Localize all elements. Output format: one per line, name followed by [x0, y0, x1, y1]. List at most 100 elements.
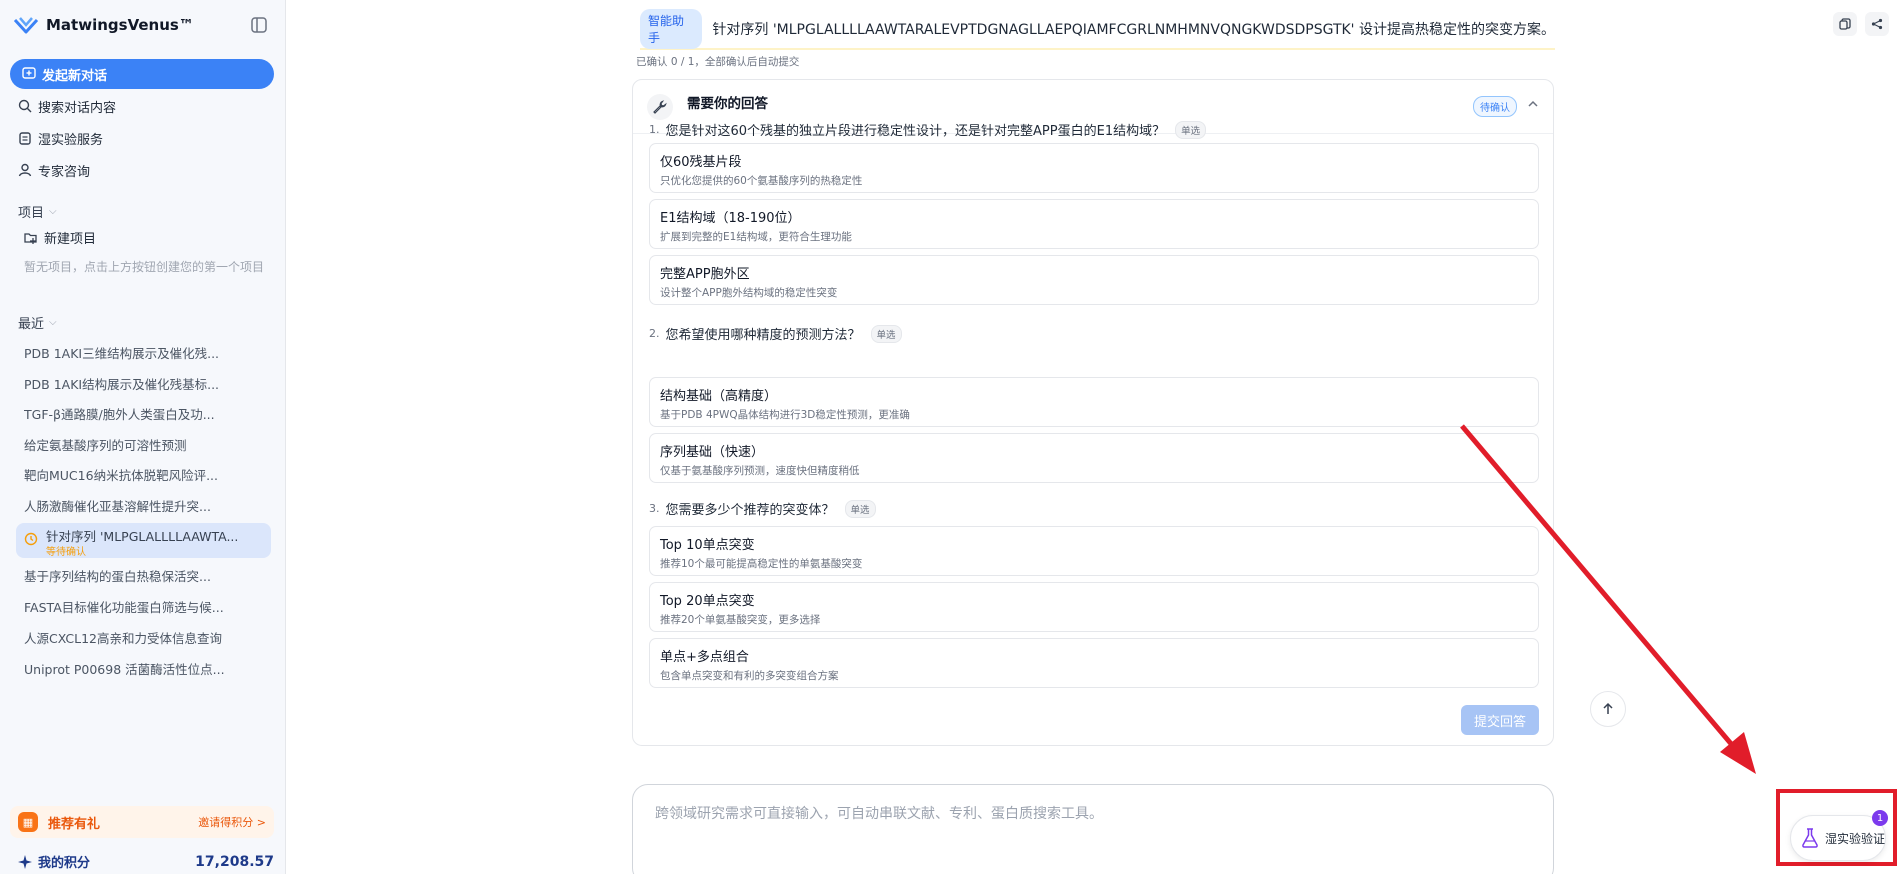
assistant-tag: 智能助手	[640, 9, 703, 49]
new-chat-label: 发起新对话	[42, 68, 108, 84]
points-value: 17,208.57	[195, 853, 274, 870]
question-2-row: 2. 您希望使用哪种精度的预测方法？ 单选	[649, 324, 902, 343]
recent-active-status: 等待确认	[46, 547, 86, 558]
wet-lab-verify-label: 湿实验验证	[1825, 831, 1886, 846]
option-card[interactable]: 结构基础（高精度） 基于PDB 4PWQ晶体结构进行3D稳定性预测，更准确	[649, 377, 1539, 427]
points-label: 我的积分	[38, 856, 91, 871]
app-name: MatwingsVenus™	[46, 16, 194, 34]
option-card[interactable]: 完整APP胞外区 设计整个APP胞外结构域的稳定性突变	[649, 255, 1539, 305]
option-description: 基于PDB 4PWQ晶体结构进行3D稳定性预测，更准确	[660, 409, 910, 421]
question-text: 您希望使用哪种精度的预测方法？	[665, 328, 861, 343]
chat-plus-icon	[22, 67, 36, 79]
recent-item[interactable]: 人肠激酶催化亚基溶解性提升突...	[24, 496, 272, 515]
nav-expert-label: 专家咨询	[38, 164, 91, 180]
projects-section-toggle[interactable]: 项目 ⌵	[18, 202, 57, 221]
search-icon	[18, 99, 32, 113]
message-composer	[632, 784, 1554, 874]
scroll-to-top-button[interactable]	[1590, 691, 1626, 727]
nav-wet-lab-service[interactable]: 湿实验服务	[18, 127, 103, 149]
option-title: 结构基础（高精度）	[660, 389, 778, 404]
question-number: 1.	[649, 123, 660, 136]
option-description: 仅基于氨基酸序列预测，速度快但精度稍低	[660, 465, 860, 477]
logo-icon	[14, 17, 38, 34]
recent-item[interactable]: 人源CXCL12高亲和力受体信息查询	[24, 628, 272, 647]
option-title: 单点+多点组合	[660, 650, 749, 665]
option-card[interactable]: E1结构域（18-190位） 扩展到完整的E1结构域，更符合生理功能	[649, 199, 1539, 249]
new-project-button[interactable]: 新建项目	[24, 228, 96, 247]
my-points[interactable]: 我的积分 17,208.57	[18, 852, 274, 871]
option-title: 完整APP胞外区	[660, 267, 750, 282]
nav-search-label: 搜索对话内容	[38, 100, 117, 116]
arrow-up-icon	[1603, 702, 1613, 714]
option-title: 仅60残基片段	[660, 155, 742, 170]
option-card[interactable]: Top 10单点突变 推荐10个最可能提高稳定性的单氨基酸突变	[649, 526, 1539, 576]
user-query-bar: 智能助手 针对序列 'MLPGLALLLLAAWTARALEVPTDGNAGLL…	[640, 9, 1555, 50]
option-title: Top 20单点突变	[660, 594, 755, 609]
recent-item[interactable]: PDB 1AKI三维结构展示及催化残...	[24, 343, 272, 362]
projects-title: 项目	[18, 206, 45, 221]
option-card[interactable]: 仅60残基片段 只优化您提供的60个氨基酸序列的热稳定性	[649, 143, 1539, 193]
question-text: 您是针对这60个残基的独立片段进行稳定性设计，还是针对完整APP蛋白的E1结构域…	[665, 124, 1166, 139]
recent-item-active[interactable]: 针对序列 'MLPGLALLLLAAWTA... 等待确认	[16, 523, 271, 558]
recent-item[interactable]: TGF-β通路膜/胞外人类蛋白及功...	[24, 404, 272, 423]
recent-item[interactable]: FASTA目标催化功能蛋白筛选与候...	[24, 597, 272, 616]
option-description: 扩展到完整的E1结构域，更符合生理功能	[660, 231, 852, 243]
question-card: 需要你的回答 待确认 1. 您是针对这60个残基的独立片段进行稳定性设计，还是针…	[632, 79, 1554, 746]
pending-badge: 待确认	[1473, 96, 1517, 117]
flask-icon	[1802, 828, 1818, 848]
chevron-down-icon: ⌵	[49, 317, 57, 328]
question-card-title: 需要你的回答	[687, 96, 768, 112]
option-description: 设计整个APP胞外结构域的稳定性突变	[660, 287, 838, 299]
question-3-row: 3. 您需要多少个推荐的突变体？ 单选	[649, 499, 876, 518]
option-card[interactable]: 单点+多点组合 包含单点突变和有利的多突变组合方案	[649, 638, 1539, 688]
option-title: Top 10单点突变	[660, 538, 755, 553]
option-description: 推荐20个单氨基酸突变，更多选择	[660, 614, 821, 626]
recent-item[interactable]: 基于序列结构的蛋白热稳保活突...	[24, 566, 272, 585]
nav-wet-lab-label: 湿实验服务	[38, 132, 104, 148]
option-card[interactable]: Top 20单点突变 推荐20个单氨基酸突变，更多选择	[649, 582, 1539, 632]
sidebar: MatwingsVenus™ 发起新对话 搜索对话内容 湿实验服务 专家咨询 项…	[0, 0, 286, 874]
single-choice-tag: 单选	[1175, 120, 1207, 139]
option-title: 序列基础（快速）	[660, 445, 765, 460]
option-card[interactable]: 序列基础（快速） 仅基于氨基酸序列预测，速度快但精度稍低	[649, 433, 1539, 483]
new-chat-button[interactable]: 发起新对话	[10, 59, 274, 89]
recent-section-toggle[interactable]: 最近 ⌵	[18, 313, 57, 332]
nav-search[interactable]: 搜索对话内容	[18, 95, 116, 117]
recent-item[interactable]: PDB 1AKI结构展示及催化残基标...	[24, 374, 272, 393]
folder-plus-icon	[24, 232, 37, 244]
option-description: 包含单点突变和有利的多突变组合方案	[660, 670, 839, 682]
question-number: 2.	[649, 327, 660, 340]
wet-lab-verify-button[interactable]: 湿实验验证 1	[1790, 810, 1888, 861]
nav-expert[interactable]: 专家咨询	[18, 159, 90, 181]
submit-answer-button[interactable]: 提交回答	[1461, 705, 1539, 735]
recent-title: 最近	[18, 317, 45, 332]
copy-icon[interactable]	[1833, 12, 1857, 36]
share-icon[interactable]	[1865, 12, 1889, 36]
option-title: E1结构域（18-190位）	[660, 211, 801, 226]
flask-service-icon	[19, 132, 31, 145]
new-project-label: 新建项目	[44, 232, 97, 247]
recent-item[interactable]: 给定氨基酸序列的可溶性预测	[24, 435, 272, 454]
top-actions	[1833, 12, 1889, 36]
option-description: 只优化您提供的60个氨基酸序列的热稳定性	[660, 175, 863, 187]
single-choice-tag: 单选	[844, 499, 876, 518]
composer-input[interactable]	[655, 805, 1525, 821]
question-number: 3.	[649, 502, 660, 515]
collapse-sidebar-icon[interactable]	[250, 16, 268, 34]
invite-points-link[interactable]: 邀请得积分 >	[198, 814, 266, 830]
notification-badge: 1	[1872, 810, 1888, 826]
logo: MatwingsVenus™	[14, 14, 274, 36]
single-choice-tag: 单选	[870, 324, 902, 343]
chevron-up-icon[interactable]	[1527, 98, 1539, 110]
clock-icon	[24, 532, 38, 546]
option-description: 推荐10个最可能提高稳定性的单氨基酸突变	[660, 558, 863, 570]
referral-reward-banner[interactable]: ▦ 推荐有礼 邀请得积分 >	[10, 806, 274, 838]
recent-item[interactable]: Uniprot P00698 活菌酶活性位点...	[24, 659, 272, 678]
question-text: 您需要多少个推荐的突变体？	[665, 503, 835, 518]
user-icon	[18, 163, 32, 177]
gift-icon: ▦	[18, 812, 38, 832]
recent-item[interactable]: 靶向MUC16纳米抗体脱靶风险评...	[24, 465, 272, 484]
confirm-progress-text: 已确认 0 / 1，全部确认后自动提交	[636, 56, 800, 68]
projects-empty-hint: 暂无项目，点击上方按钮创建您的第一个项目	[24, 260, 265, 274]
wrench-icon	[647, 94, 673, 120]
